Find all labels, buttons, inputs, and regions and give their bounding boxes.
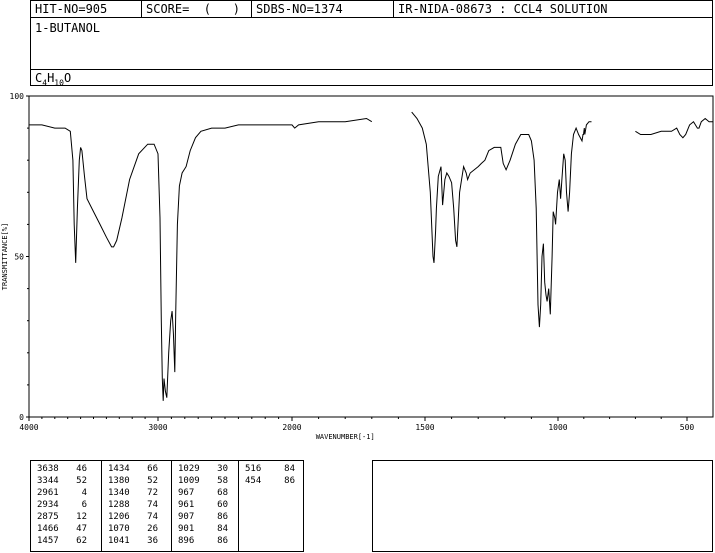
y-tick-label: 100 <box>10 92 25 101</box>
peak-transmittance: 84 <box>217 524 228 534</box>
peak-wavenumber: 2961 <box>37 488 59 498</box>
peak-column: 516 84 454 86 <box>238 461 305 551</box>
peak-wavenumber: 1340 <box>108 488 130 498</box>
peak-wavenumber: 1288 <box>108 500 130 510</box>
peak-wavenumber: 1206 <box>108 512 130 522</box>
y-tick-label: 0 <box>19 413 24 422</box>
peak-wavenumber: 901 <box>178 524 195 534</box>
peak-transmittance: 86 <box>217 536 228 546</box>
peak-transmittance: 74 <box>147 500 158 510</box>
peak-wavenumber: 3638 <box>37 464 59 474</box>
peak-wavenumber: 907 <box>178 512 195 522</box>
x-tick-label: 2000 <box>282 423 301 432</box>
peak-transmittance: 6 <box>81 500 87 510</box>
peak-transmittance: 66 <box>147 464 158 474</box>
peak-column: 3638 46 3344 52 2961 4 2934 6 2875 12 1466 47 1457 62 <box>31 461 101 551</box>
y-tick-label: 50 <box>14 253 24 262</box>
peak-wavenumber: 2875 <box>37 512 59 522</box>
peak-column: 1029 30 1009 58 967 68 961 60 907 86 901 84 896 86 <box>171 461 238 551</box>
spectrum-segment-3 <box>635 117 713 139</box>
peak-wavenumber: 1029 <box>178 464 200 474</box>
spectrum-segment-2 <box>411 111 592 328</box>
peak-transmittance: 58 <box>217 476 228 486</box>
peak-wavenumber: 896 <box>178 536 195 546</box>
peak-transmittance: 86 <box>217 512 228 522</box>
peak-wavenumber: 1380 <box>108 476 130 486</box>
peak-wavenumber: 1466 <box>37 524 59 534</box>
peak-wavenumber: 967 <box>178 488 195 498</box>
peak-transmittance: 52 <box>76 476 87 486</box>
peak-transmittance: 68 <box>217 488 228 498</box>
peak-wavenumber: 1041 <box>108 536 130 546</box>
peak-transmittance: 86 <box>284 476 295 486</box>
peak-wavenumber: 2934 <box>37 500 59 510</box>
y-axis-label: TRANSMITTANCE[%] <box>1 223 9 290</box>
peak-transmittance: 60 <box>217 500 228 510</box>
peak-transmittance: 30 <box>217 464 228 474</box>
peak-transmittance: 4 <box>81 488 87 498</box>
x-tick-label: 4000 <box>19 423 38 432</box>
spectrum-segment-1 <box>29 117 373 401</box>
ir-spectrum-chart: 4000 3000 2000 1500 1000 500 0 50 100 WAVENUMBER[… <box>1 92 714 441</box>
x-tick-label: 500 <box>680 423 695 432</box>
peak-column: 1434 66 1380 52 1340 72 1288 74 1206 74 1070 26 1041… <box>101 461 171 551</box>
peak-transmittance: 12 <box>76 512 87 522</box>
peak-table: 3638 46 3344 52 2961 4 2934 6 2875 12 1466 47 1457 62… <box>30 460 304 552</box>
x-tick-label: 1000 <box>548 423 567 432</box>
x-tick-label: 1500 <box>415 423 434 432</box>
empty-panel <box>372 460 713 552</box>
x-axis-label: WAVENUMBER[-1] <box>316 433 375 441</box>
peak-wavenumber: 3344 <box>37 476 59 486</box>
peak-transmittance: 46 <box>76 464 87 474</box>
peak-transmittance: 72 <box>147 488 158 498</box>
peak-wavenumber: 1070 <box>108 524 130 534</box>
peak-wavenumber: 961 <box>178 500 195 510</box>
plot-frame <box>28 95 714 418</box>
peak-transmittance: 74 <box>147 512 158 522</box>
peak-wavenumber: 516 <box>245 464 262 474</box>
peak-wavenumber: 1457 <box>37 536 59 546</box>
x-tick-label: 3000 <box>148 423 167 432</box>
peak-transmittance: 62 <box>76 536 87 546</box>
peak-transmittance: 26 <box>147 524 158 534</box>
peak-transmittance: 84 <box>284 464 295 474</box>
peak-transmittance: 52 <box>147 476 158 486</box>
peak-wavenumber: 1009 <box>178 476 200 486</box>
peak-transmittance: 36 <box>147 536 158 546</box>
peak-wavenumber: 1434 <box>108 464 130 474</box>
peak-wavenumber: 454 <box>245 476 262 486</box>
peak-transmittance: 47 <box>76 524 87 534</box>
